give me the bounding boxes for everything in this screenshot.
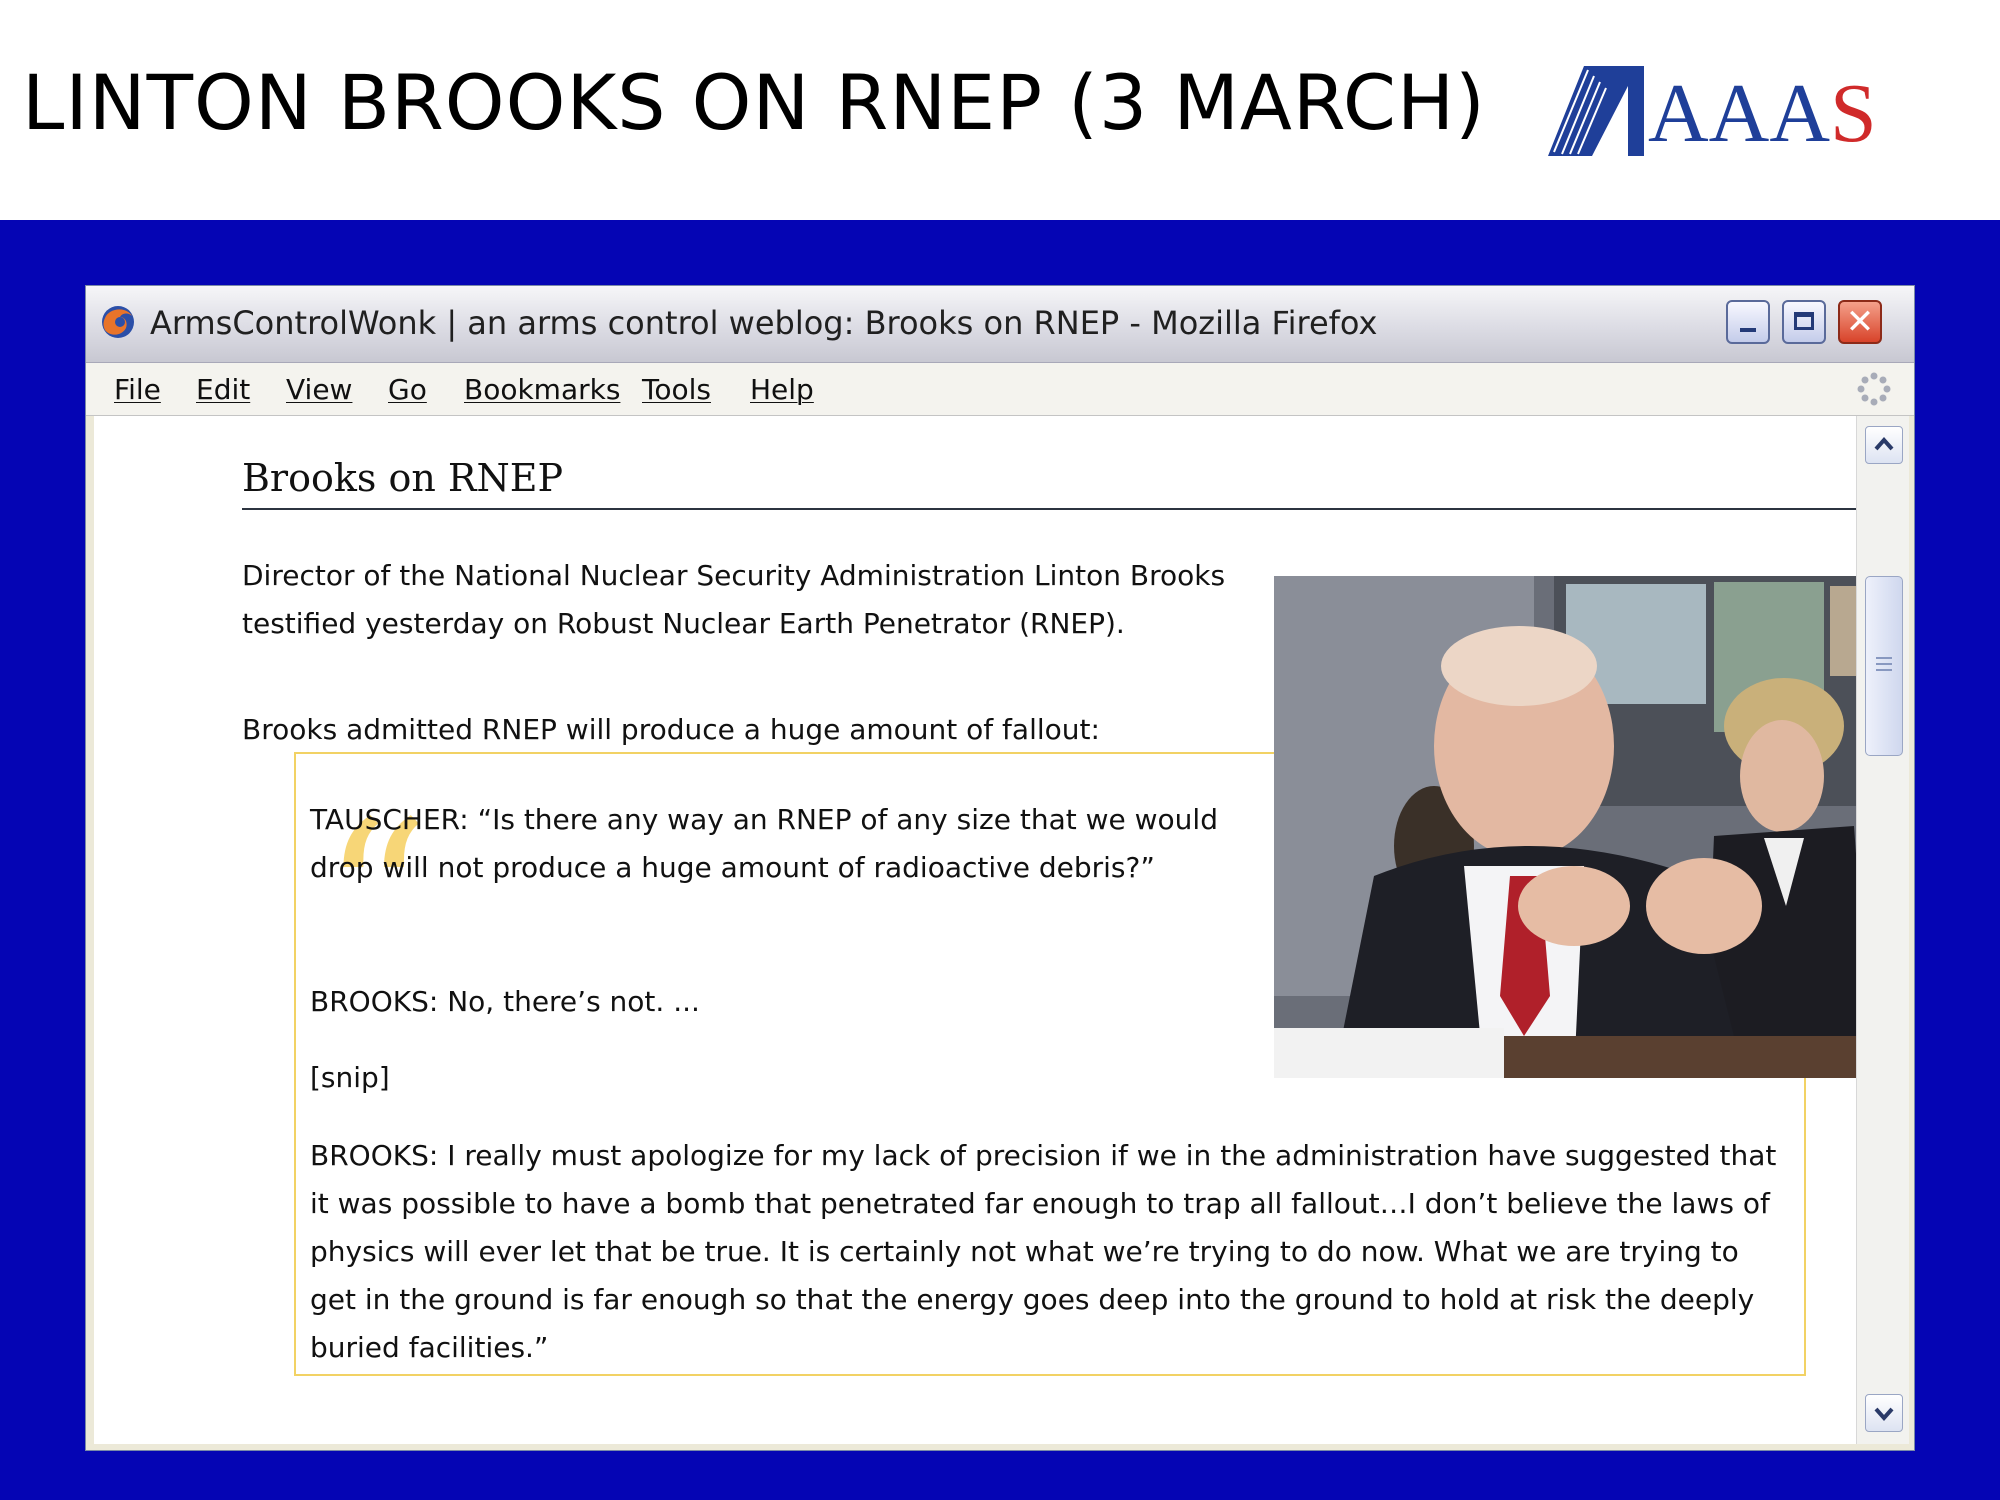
photo-of-linton-brooks [1274, 576, 1856, 1078]
menu-help[interactable]: Help [750, 373, 814, 406]
window-title: ArmsControlWonk | an arms control weblog… [150, 304, 1378, 342]
slide-title: LINTON BROOKS ON RNEP (3 MARCH) [22, 58, 1486, 147]
grip-line [1876, 663, 1892, 665]
photo-image [1274, 576, 1856, 1078]
quote-brooks-long: BROOKS: I really must apologize for my l… [310, 1139, 1777, 1364]
vertical-scrollbar[interactable] [1856, 416, 1909, 1444]
menu-file[interactable]: File [114, 373, 161, 406]
menu-view[interactable]: View [286, 373, 352, 406]
menu-bar: File Edit View Go Bookmarks Tools Help [86, 363, 1914, 416]
chevron-down-icon [1874, 1407, 1894, 1422]
quote-snip: [snip] [310, 1061, 390, 1094]
close-icon: ✕ [1845, 302, 1875, 342]
window-titlebar[interactable]: ArmsControlWonk | an arms control weblog… [86, 286, 1914, 363]
minimize-icon [1740, 328, 1756, 332]
maximize-button[interactable] [1782, 300, 1826, 344]
scroll-up-button[interactable] [1865, 426, 1903, 464]
lead-paragraph: Brooks admitted RNEP will produce a huge… [242, 713, 1100, 746]
grip-line [1876, 657, 1892, 659]
throbber-icon [1857, 372, 1891, 406]
quote-tauscher: TAUSCHER: “Is there any way an RNEP of a… [310, 803, 1218, 884]
aaas-logo-mark-icon [1548, 66, 1644, 156]
close-button[interactable]: ✕ [1838, 300, 1882, 344]
grip-line [1876, 669, 1892, 671]
slide-header: LINTON BROOKS ON RNEP (3 MARCH) AAAS [0, 0, 2000, 220]
scroll-down-button[interactable] [1865, 1394, 1903, 1432]
chevron-up-icon [1874, 436, 1894, 451]
aaas-logo-text: AAAS [1648, 67, 1877, 160]
post-title: Brooks on RNEP [242, 456, 564, 500]
menu-go[interactable]: Go [388, 373, 427, 406]
scrollbar-thumb[interactable] [1865, 576, 1903, 756]
menu-bookmarks[interactable]: Bookmarks [464, 373, 620, 406]
firefox-icon [102, 306, 134, 338]
menu-tools[interactable]: Tools [642, 373, 711, 406]
maximize-icon [1794, 312, 1814, 330]
quote-brooks-short: BROOKS: No, there’s not. ... [310, 985, 700, 1018]
page-viewport[interactable]: Brooks on RNEP Director of the National … [94, 416, 1856, 1444]
browser-window: ArmsControlWonk | an arms control weblog… [85, 285, 1915, 1451]
intro-paragraph: Director of the National Nuclear Securit… [242, 559, 1226, 640]
minimize-button[interactable] [1726, 300, 1770, 344]
aaas-logo: AAAS [1548, 62, 1877, 160]
title-divider [242, 508, 1856, 510]
menu-edit[interactable]: Edit [196, 373, 250, 406]
